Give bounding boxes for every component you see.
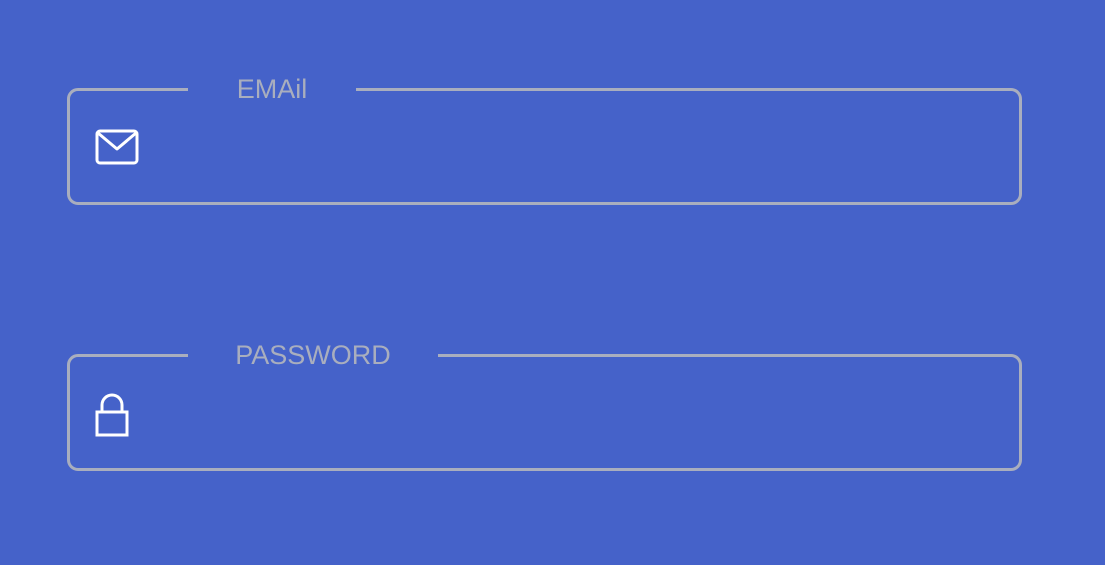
mail-icon: [95, 129, 139, 165]
password-label: PASSWORD: [172, 340, 454, 370]
email-label: EMAil: [172, 74, 372, 104]
password-input[interactable]: [160, 381, 999, 445]
lock-icon: [95, 393, 129, 437]
password-field[interactable]: PASSWORD: [67, 340, 1022, 471]
email-input[interactable]: [160, 115, 999, 179]
email-field[interactable]: EMAil: [67, 74, 1022, 205]
